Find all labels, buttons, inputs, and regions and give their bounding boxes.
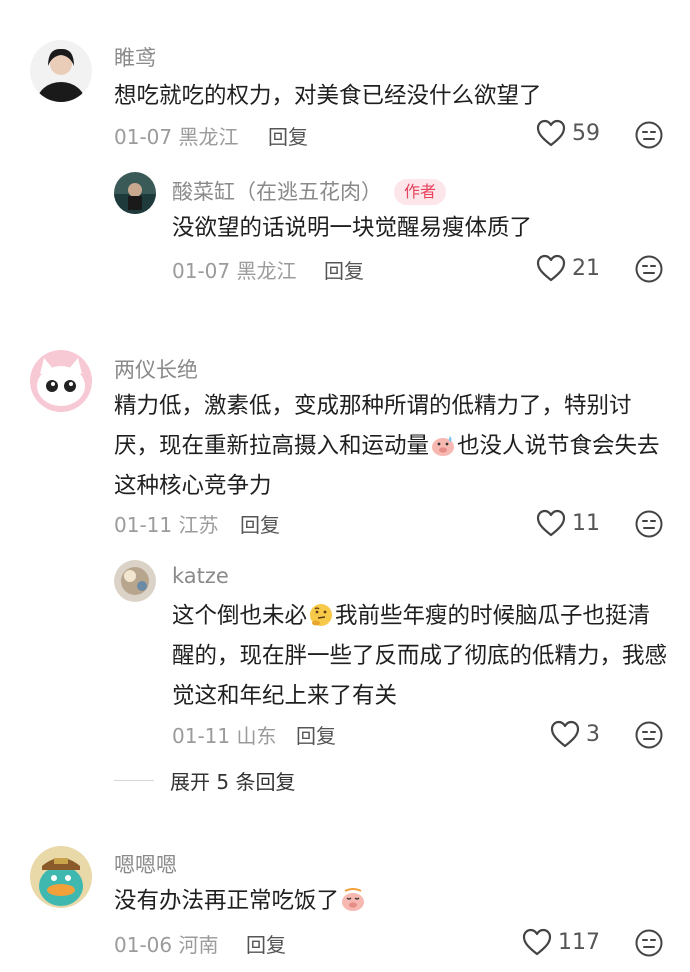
- neutral-face-icon: [635, 721, 663, 749]
- cartoon-platypus-icon: [30, 846, 92, 908]
- dislike-button[interactable]: [634, 720, 664, 750]
- heart-outline-icon: [522, 928, 552, 956]
- neutral-face-icon: [635, 929, 663, 957]
- reply-button[interactable]: 回复: [324, 255, 364, 284]
- comment-location: 江苏: [178, 513, 219, 537]
- neutral-face-icon: [635, 255, 663, 283]
- reply-text-part: 这个倒也未必: [172, 603, 308, 629]
- reply-button[interactable]: 回复: [268, 121, 308, 150]
- neutral-face-icon: [635, 510, 663, 538]
- comment-username[interactable]: 睢鸢: [114, 42, 156, 72]
- expand-divider: [114, 780, 154, 781]
- comment-text-part: 没有办法再正常吃饭了: [114, 888, 340, 914]
- heart-outline-icon: [550, 720, 580, 748]
- like-button[interactable]: 21: [536, 254, 600, 282]
- dislike-button[interactable]: [634, 254, 664, 284]
- expand-replies-button[interactable]: 展开 5 条回复: [170, 766, 295, 795]
- heart-outline-icon: [536, 509, 566, 537]
- comment-meta: 01-06 河南: [114, 929, 218, 958]
- reply-date: 01-07: [172, 259, 231, 283]
- like-button[interactable]: 59: [536, 119, 600, 147]
- like-button[interactable]: 11: [536, 509, 600, 537]
- reply-button[interactable]: 回复: [246, 929, 286, 958]
- like-button[interactable]: 3: [550, 720, 600, 748]
- reply-username-text: 酸菜缸（在逃五花肉）: [172, 180, 382, 204]
- avatar[interactable]: [30, 350, 92, 412]
- thinking-face-emoji-icon: [310, 604, 333, 626]
- comment-date: 01-07: [114, 125, 173, 149]
- user-photo-icon: [114, 560, 156, 602]
- comment-text: 想吃就吃的权力，对美食已经没什么欲望了: [114, 83, 542, 109]
- comment-location: 黑龙江: [178, 125, 239, 149]
- dislike-button[interactable]: [634, 120, 664, 150]
- reply-meta: 01-07 黑龙江: [172, 255, 296, 284]
- like-count: 117: [558, 929, 600, 955]
- cartoon-cat-icon: [30, 350, 92, 412]
- comment-text: 没有办法再正常吃饭了: [114, 881, 674, 921]
- like-count: 59: [572, 120, 600, 146]
- comment-text: 精力低，激素低，变成那种所谓的低精力了，特别讨厌，现在重新拉高摄入和运动量 也没…: [114, 386, 668, 506]
- avatar[interactable]: [114, 172, 156, 214]
- reply-text: 没欲望的话说明一块觉醒易瘦体质了: [172, 215, 533, 241]
- comment-username[interactable]: 两仪长绝: [114, 354, 198, 384]
- avatar[interactable]: [30, 40, 92, 102]
- comment-meta: 01-11 江苏: [114, 509, 218, 538]
- neutral-face-icon: [635, 121, 663, 149]
- like-button[interactable]: 117: [522, 928, 600, 956]
- like-count: 11: [572, 510, 600, 536]
- reply-location: 黑龙江: [236, 259, 297, 283]
- reply-button[interactable]: 回复: [240, 509, 280, 538]
- sweating-pig-emoji-icon: [432, 436, 455, 456]
- comment-location: 河南: [178, 933, 219, 957]
- like-count: 3: [586, 721, 600, 747]
- comment-username[interactable]: 嗯嗯嗯: [114, 849, 177, 879]
- dislike-button[interactable]: [634, 509, 664, 539]
- reply-username[interactable]: katze: [172, 564, 229, 588]
- comment-meta: 01-07 黑龙江: [114, 121, 238, 150]
- comment-date: 01-06: [114, 933, 173, 957]
- crying-pig-emoji-icon: [342, 888, 365, 911]
- reply-meta: 01-11 山东: [172, 720, 276, 749]
- reply-location: 山东: [236, 724, 277, 748]
- user-photo-icon: [30, 40, 92, 102]
- heart-outline-icon: [536, 119, 566, 147]
- reply-date: 01-11: [172, 724, 231, 748]
- reply-username[interactable]: 酸菜缸（在逃五花肉） 作者: [172, 176, 447, 206]
- dislike-button[interactable]: [634, 928, 664, 958]
- heart-outline-icon: [536, 254, 566, 282]
- comment-date: 01-11: [114, 513, 173, 537]
- reply-button[interactable]: 回复: [296, 720, 336, 749]
- like-count: 21: [572, 255, 600, 281]
- avatar[interactable]: [30, 846, 92, 908]
- author-badge: 作者: [394, 179, 447, 205]
- user-photo-icon: [114, 172, 156, 214]
- avatar[interactable]: [114, 560, 156, 602]
- reply-text: 这个倒也未必 我前些年瘦的时候脑瓜子也挺清醒的，现在胖一些了反而成了彻底的低精力…: [172, 596, 668, 716]
